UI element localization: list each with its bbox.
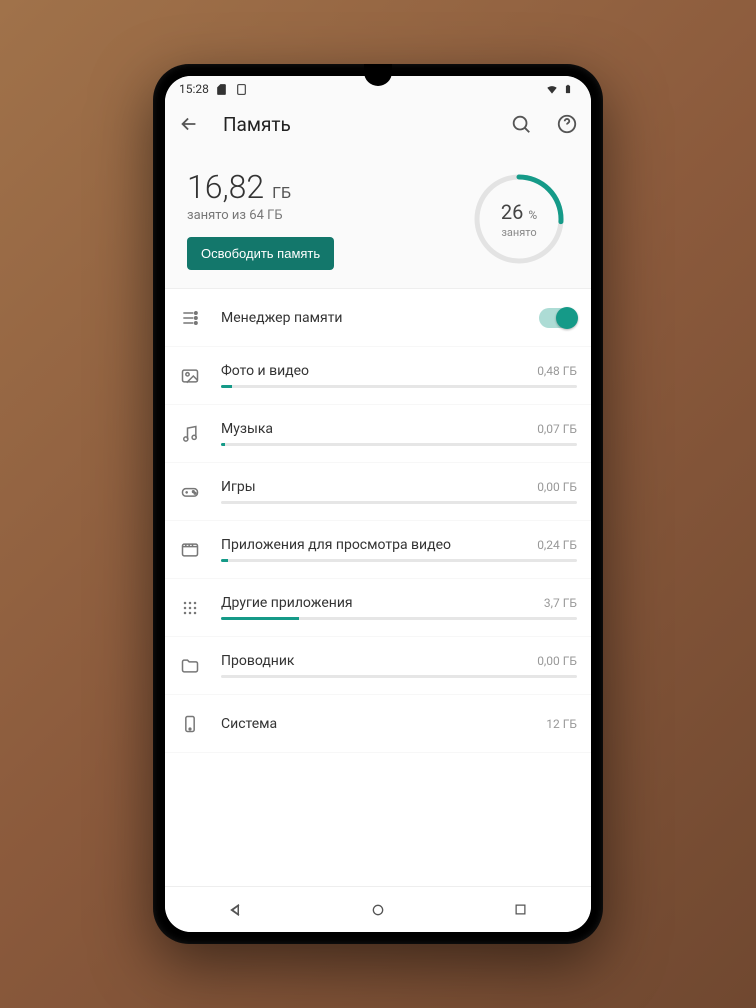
category-label: Игры [221, 479, 256, 495]
usage-ring: 26 % занято [469, 169, 569, 269]
category-row-video[interactable]: Приложения для просмотра видео 0,24 ГБ [165, 521, 591, 579]
category-label: Другие приложения [221, 595, 353, 611]
photo-icon [179, 365, 201, 387]
category-label: Музыка [221, 421, 273, 437]
nav-recent-button[interactable] [490, 895, 550, 925]
category-value: 0,00 ГБ [537, 654, 577, 668]
usage-bar [221, 443, 577, 446]
help-button[interactable] [555, 112, 579, 136]
storage-summary: 16,82 ГБ занято из 64 ГБ Освободить памя… [165, 146, 591, 288]
nav-back-button[interactable] [206, 895, 266, 925]
category-label: Фото и видео [221, 363, 309, 379]
category-row-system[interactable]: Система 12 ГБ [165, 695, 591, 753]
usage-percent: 26 [501, 200, 523, 224]
usage-label: занято [501, 226, 536, 239]
category-value: 0,00 ГБ [537, 480, 577, 494]
category-row-apps[interactable]: Другие приложения 3,7 ГБ [165, 579, 591, 637]
free-storage-button[interactable]: Освободить память [187, 237, 334, 270]
used-unit: ГБ [272, 183, 291, 202]
sdcard-icon [215, 82, 229, 96]
app-header: Память [165, 102, 591, 146]
category-value: 0,48 ГБ [537, 364, 577, 378]
navigation-bar [165, 886, 591, 932]
category-label: Приложения для просмотра видео [221, 537, 451, 553]
used-subtitle: занято из 64 ГБ [187, 208, 439, 223]
notification-icon [235, 82, 249, 96]
category-row-music[interactable]: Музыка 0,07 ГБ [165, 405, 591, 463]
apps-icon [179, 597, 201, 619]
category-label: Система [221, 716, 277, 732]
usage-bar [221, 617, 577, 620]
search-button[interactable] [509, 112, 533, 136]
wifi-icon [545, 82, 559, 96]
category-list: Менеджер памяти Фото и видео 0,48 ГБ Музыка… [165, 288, 591, 886]
games-icon [179, 481, 201, 503]
storage-manager-toggle[interactable] [539, 308, 577, 328]
used-value: 16,82 [187, 168, 264, 206]
usage-bar [221, 559, 577, 562]
category-row-manager[interactable]: Менеджер памяти [165, 289, 591, 347]
category-value: 0,07 ГБ [537, 422, 577, 436]
category-row-files[interactable]: Проводник 0,00 ГБ [165, 637, 591, 695]
category-row-games[interactable]: Игры 0,00 ГБ [165, 463, 591, 521]
category-value: 3,7 ГБ [544, 596, 577, 610]
system-icon [179, 713, 201, 735]
usage-bar [221, 385, 577, 388]
status-time: 15:28 [179, 82, 209, 96]
usage-bar [221, 675, 577, 678]
category-row-photo[interactable]: Фото и видео 0,48 ГБ [165, 347, 591, 405]
usage-bar [221, 501, 577, 504]
category-label: Менеджер памяти [221, 310, 343, 326]
phone-frame: 15:28 Память [153, 64, 603, 944]
category-value: 12 ГБ [546, 717, 577, 731]
category-value: 0,24 ГБ [537, 538, 577, 552]
video-icon [179, 539, 201, 561]
music-icon [179, 423, 201, 445]
battery-icon [563, 82, 577, 96]
screen: 15:28 Память [165, 76, 591, 932]
usage-percent-unit: % [528, 208, 537, 222]
page-title: Память [223, 113, 487, 136]
files-icon [179, 655, 201, 677]
nav-home-button[interactable] [348, 895, 408, 925]
back-button[interactable] [177, 112, 201, 136]
manager-icon [179, 307, 201, 329]
category-label: Проводник [221, 653, 295, 669]
